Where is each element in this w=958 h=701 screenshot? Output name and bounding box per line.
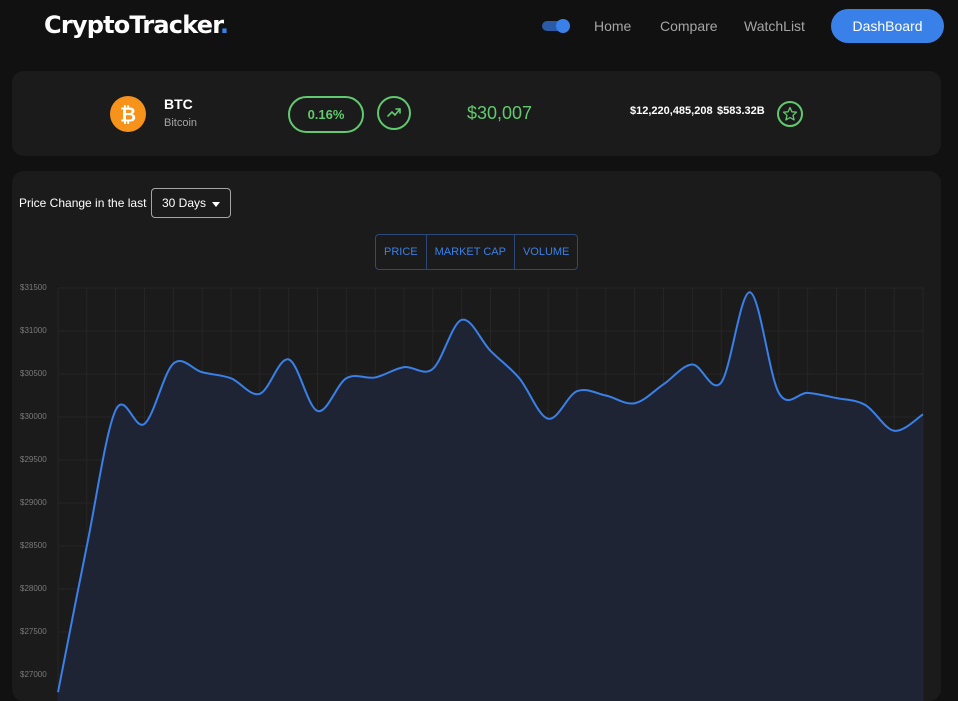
data-point[interactable] [142,421,148,427]
data-point[interactable] [286,356,292,362]
app-logo[interactable]: CryptoTracker. [44,11,229,39]
data-point[interactable] [257,391,263,397]
svg-text:₿: ₿ [120,103,136,127]
toggle-volume[interactable]: VOLUME [515,235,577,269]
logo-text: CryptoTracker [44,11,221,39]
top-header: CryptoTracker. Home Compare WatchList Da… [0,0,958,54]
data-point[interactable] [862,402,868,408]
bitcoin-icon: ₿ [110,96,146,132]
data-point[interactable] [516,375,522,381]
coin-name: Bitcoin [164,117,198,129]
theme-toggle-knob [556,19,570,33]
chart-card: Price Change in the last 30 Days PRICE M… [12,171,941,701]
data-point[interactable] [488,348,494,354]
period-select[interactable]: 30 Days [151,188,231,218]
y-tick-label: $28000 [20,584,47,593]
data-point[interactable] [545,416,551,422]
y-tick-label: $31000 [20,326,47,335]
current-price: $30,007 [467,103,533,123]
data-point[interactable] [834,395,840,401]
data-point[interactable] [920,411,926,417]
chart-type-toggle-group: PRICE MARKET CAP VOLUME [375,234,579,270]
y-tick-label: $30000 [20,412,47,421]
data-point[interactable] [315,408,321,414]
data-point[interactable] [718,380,724,386]
total-volume: $12,220,485,208 [630,105,713,117]
market-cap: $583.32B [717,105,765,117]
dashboard-button[interactable]: DashBoard [831,9,944,43]
y-tick-label: $29500 [20,455,47,464]
data-point[interactable] [170,361,176,367]
period-label: Price Change in the last [19,196,147,210]
toggle-market-cap[interactable]: MARKET CAP [427,235,515,269]
nav-home-link[interactable]: Home [594,18,631,34]
trending-up-icon [377,96,411,130]
data-point[interactable] [55,689,61,695]
data-point[interactable] [747,289,753,295]
price-change-chip: 0.16% [288,96,364,133]
toggle-price[interactable]: PRICE [376,235,427,269]
data-point[interactable] [661,381,667,387]
watchlist-star-icon[interactable] [777,101,803,127]
data-point[interactable] [84,543,90,549]
y-tick-label: $27500 [20,627,47,636]
y-tick-label: $29000 [20,498,47,507]
data-point[interactable] [343,375,349,381]
data-point[interactable] [776,390,782,396]
nav-compare-link[interactable]: Compare [660,18,718,34]
data-point[interactable] [401,364,407,370]
data-point[interactable] [603,393,609,399]
data-point[interactable] [891,428,897,434]
data-point[interactable] [632,400,638,406]
data-point[interactable] [574,388,580,394]
data-point[interactable] [459,317,465,323]
data-point[interactable] [113,407,119,413]
theme-toggle[interactable] [542,19,570,33]
coin-info-card[interactable]: ₿ BTC Bitcoin 0.16% $30,007 $12,220,485,… [12,71,941,156]
data-point[interactable] [199,369,205,375]
y-tick-label: $27000 [20,670,47,679]
data-point[interactable] [372,374,378,380]
caret-down-icon [212,202,220,207]
data-point[interactable] [689,362,695,368]
period-select-value: 30 Days [162,196,207,210]
data-point[interactable] [805,390,811,396]
nav-watchlist-link[interactable]: WatchList [744,18,805,34]
data-point[interactable] [228,375,234,381]
data-point[interactable] [430,366,436,372]
logo-dot: . [219,11,229,39]
y-tick-label: $31500 [20,283,47,292]
y-tick-label: $30500 [20,369,47,378]
coin-symbol: BTC [164,96,193,112]
y-tick-label: $28500 [20,541,47,550]
